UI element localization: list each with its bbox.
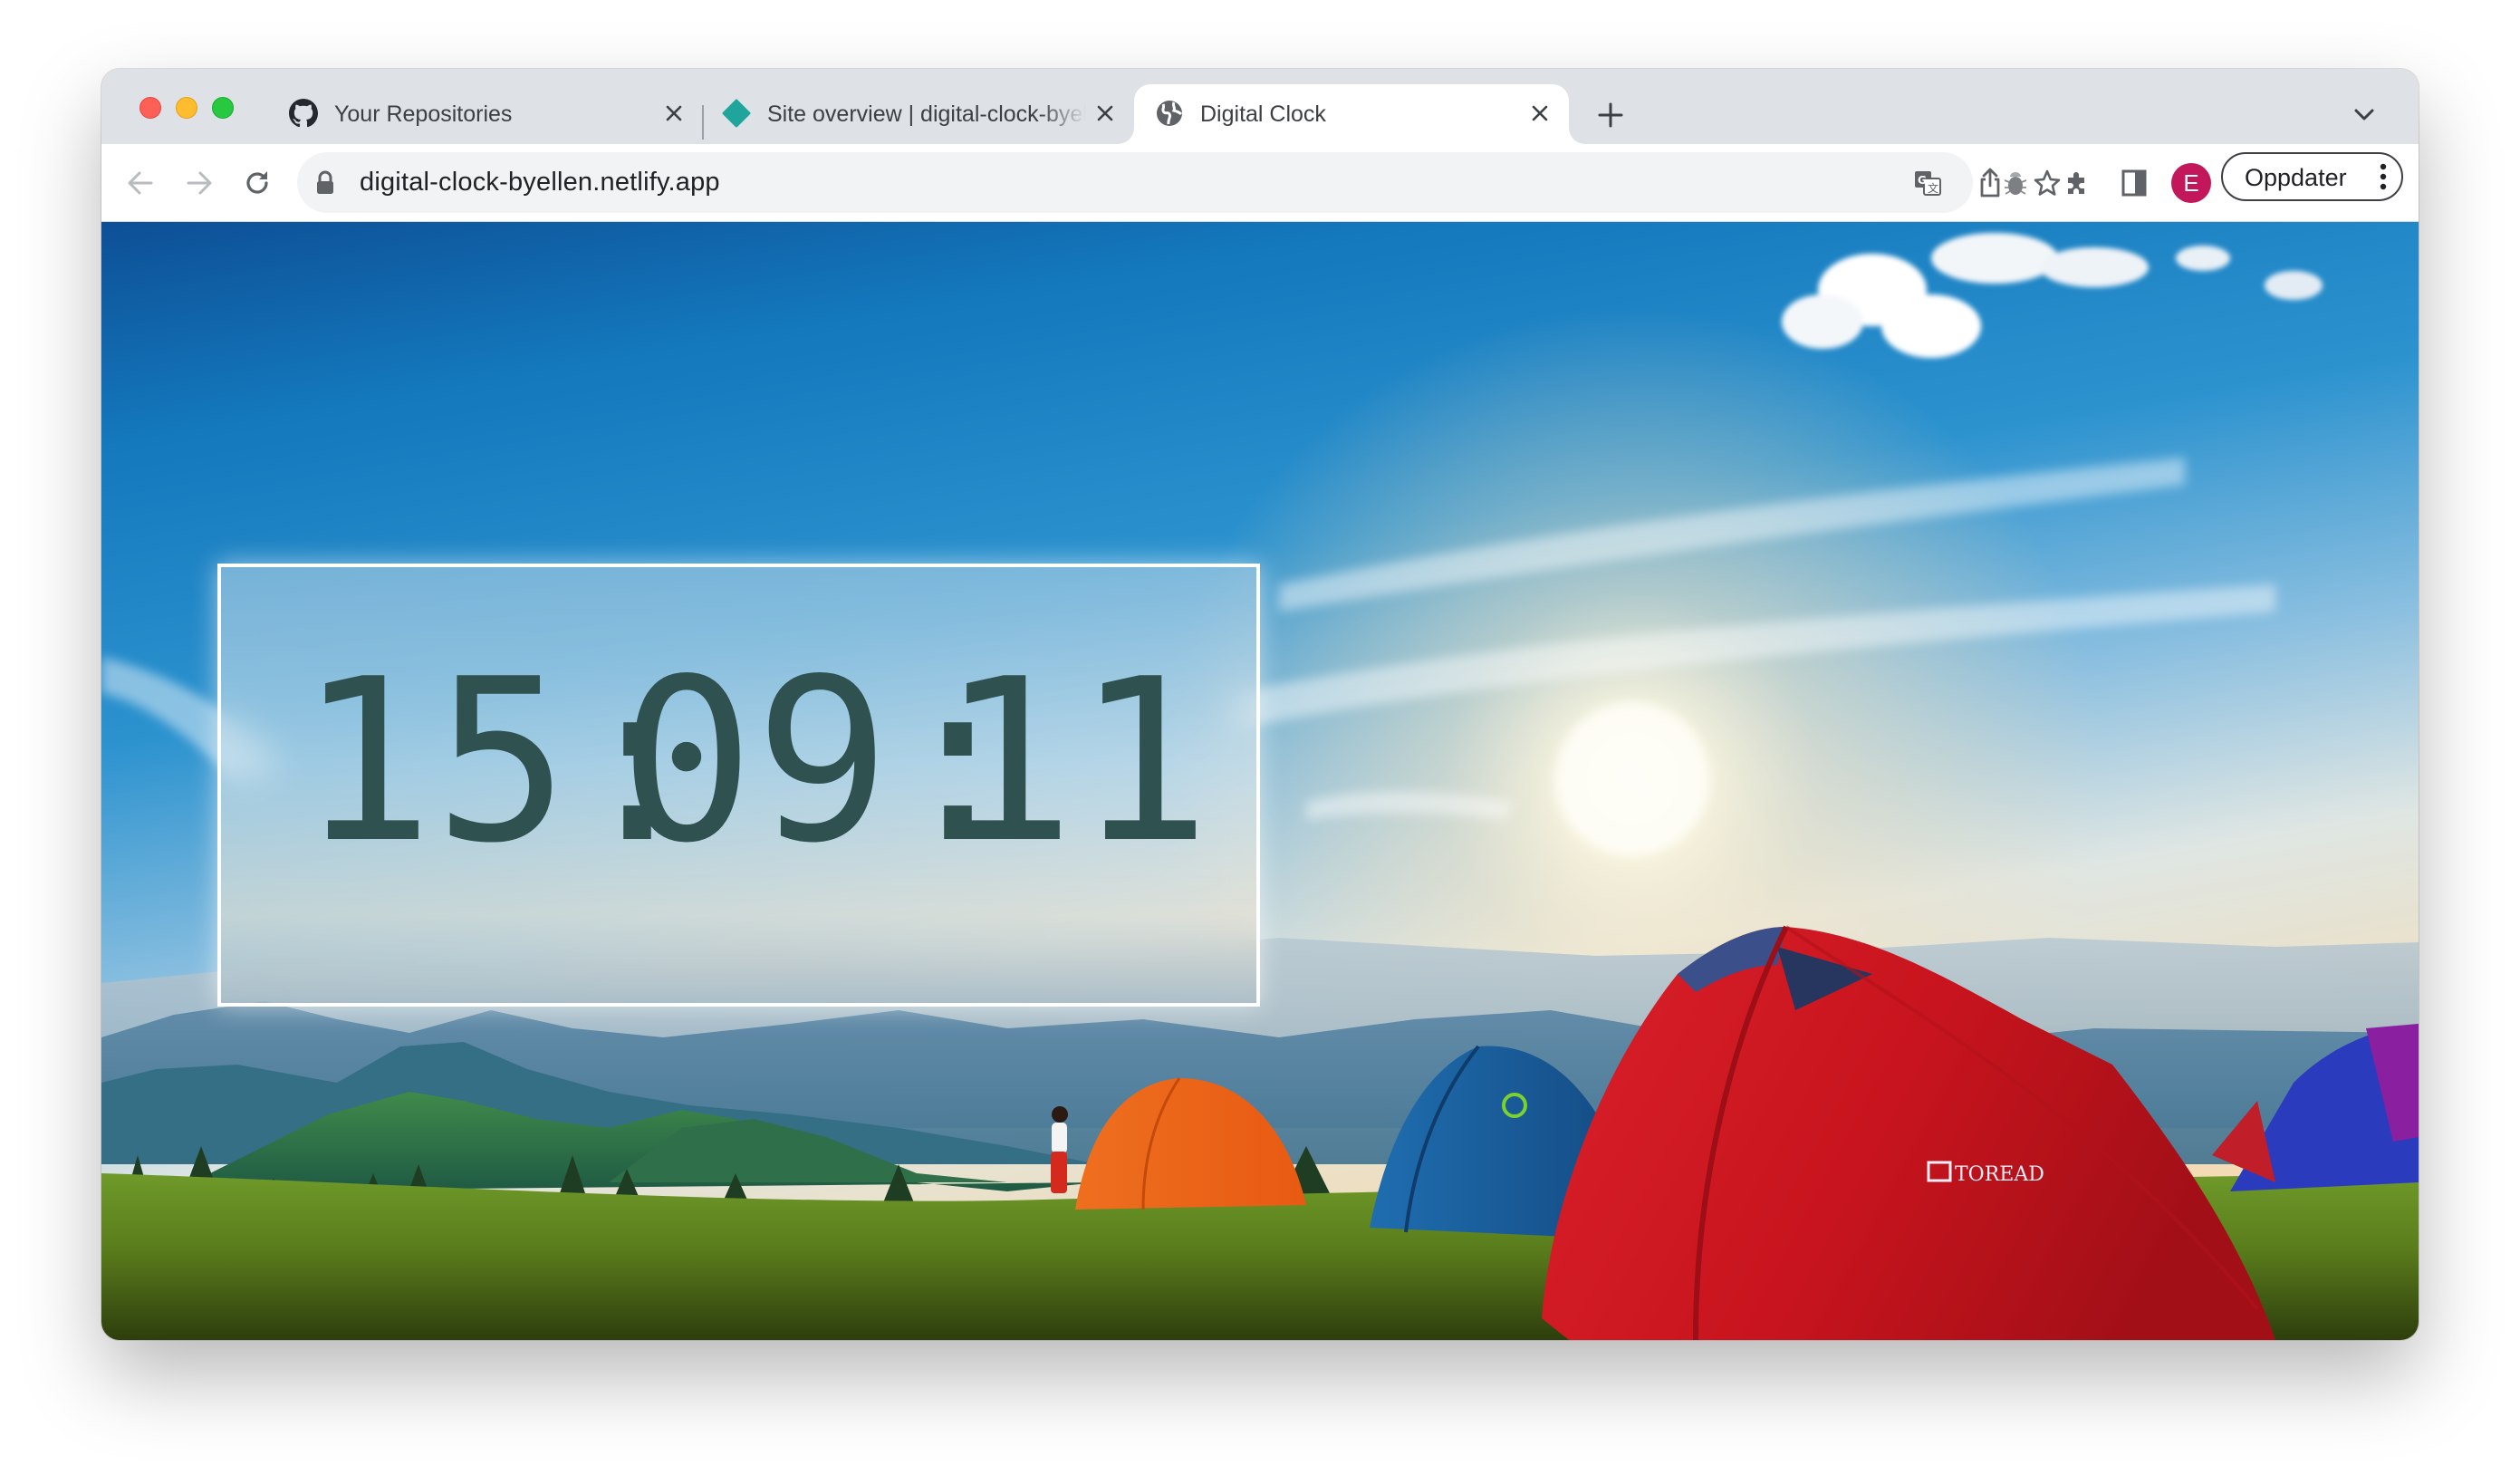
minimize-window-button[interactable] — [176, 97, 197, 119]
tab-title: Your Repositories — [334, 101, 513, 127]
svg-text:G: G — [1918, 174, 1927, 187]
new-tab-button[interactable] — [1594, 99, 1627, 131]
sun — [1555, 702, 1709, 856]
arrow-right-icon — [187, 171, 212, 195]
update-button[interactable]: Oppdater — [2221, 152, 2403, 201]
profile-avatar[interactable]: E — [2171, 163, 2211, 203]
lock-icon[interactable] — [315, 170, 335, 200]
plus-icon — [1598, 102, 1623, 128]
bug-icon — [2004, 172, 2027, 195]
tab-site-overview[interactable]: Site overview | digital-clock-byellen — [707, 84, 1132, 144]
toread-text: TOREAD — [1955, 1163, 2044, 1186]
tab-search-button[interactable] — [2350, 101, 2379, 130]
zoom-window-button[interactable] — [212, 97, 234, 119]
clock-minute-tens: 0 — [619, 631, 755, 892]
more-menu-icon[interactable] — [2380, 163, 2387, 190]
avatar-initial: E — [2183, 169, 2199, 197]
clock-second-tens: 1 — [939, 631, 1075, 892]
clock-display: 1 5 : 0 9 : 1 1 — [298, 631, 1211, 892]
side-panel-button[interactable] — [2114, 163, 2154, 203]
tab-title: Digital Clock — [1200, 101, 1326, 127]
clock-hour-tens: 1 — [298, 631, 434, 892]
puzzle-icon — [2068, 172, 2084, 194]
clock-second-ones: 1 — [1075, 631, 1211, 892]
extension-bug-button[interactable] — [1996, 163, 2035, 203]
clock-separator: : — [890, 631, 1026, 892]
close-tab-icon[interactable] — [1091, 99, 1120, 128]
close-window-button[interactable] — [139, 97, 161, 119]
forward-button[interactable] — [179, 163, 219, 203]
tab-digital-clock[interactable]: Digital Clock — [1134, 84, 1569, 144]
tab-strip: Your Repositories Site overview | digita… — [101, 69, 2419, 144]
netlify-icon — [721, 98, 752, 129]
close-tab-icon[interactable] — [1525, 99, 1554, 128]
reload-icon — [246, 171, 268, 194]
tab-separator — [702, 105, 704, 140]
clock-card: 1 5 : 0 9 : 1 1 — [217, 564, 1260, 1007]
close-tab-icon[interactable] — [659, 99, 688, 128]
clock-minute-ones: 9 — [755, 631, 890, 892]
side-panel-icon — [2121, 169, 2147, 197]
globe-icon — [1154, 98, 1185, 129]
translate-icon[interactable]: G文 — [1909, 165, 1946, 201]
person — [1051, 1106, 1068, 1193]
tab-your-repositories[interactable]: Your Repositories — [274, 84, 699, 144]
back-button[interactable] — [120, 163, 160, 203]
clock-separator: : — [570, 631, 706, 892]
browser-window: Your Repositories Site overview | digita… — [101, 69, 2419, 1340]
arrow-left-icon — [128, 171, 153, 195]
reload-button[interactable] — [237, 163, 277, 203]
page-content: TOREAD 1 5 : 0 9 : 1 1 — [101, 222, 2419, 1340]
clock-hour-ones: 5 — [434, 631, 570, 892]
chevron-down-icon — [2354, 109, 2374, 121]
github-icon — [288, 98, 319, 129]
address-bar[interactable]: digital-clock-byellen.netlify.app G文 — [297, 152, 2061, 213]
extensions-button[interactable] — [2057, 163, 2097, 203]
browser-toolbar: digital-clock-byellen.netlify.app G文 E O… — [101, 144, 2419, 222]
url-text[interactable]: digital-clock-byellen.netlify.app — [360, 168, 720, 198]
svg-text:文: 文 — [1928, 181, 1938, 195]
update-button-label: Oppdater — [2245, 164, 2347, 191]
tab-title: Site overview | digital-clock-byellen — [767, 101, 1086, 127]
